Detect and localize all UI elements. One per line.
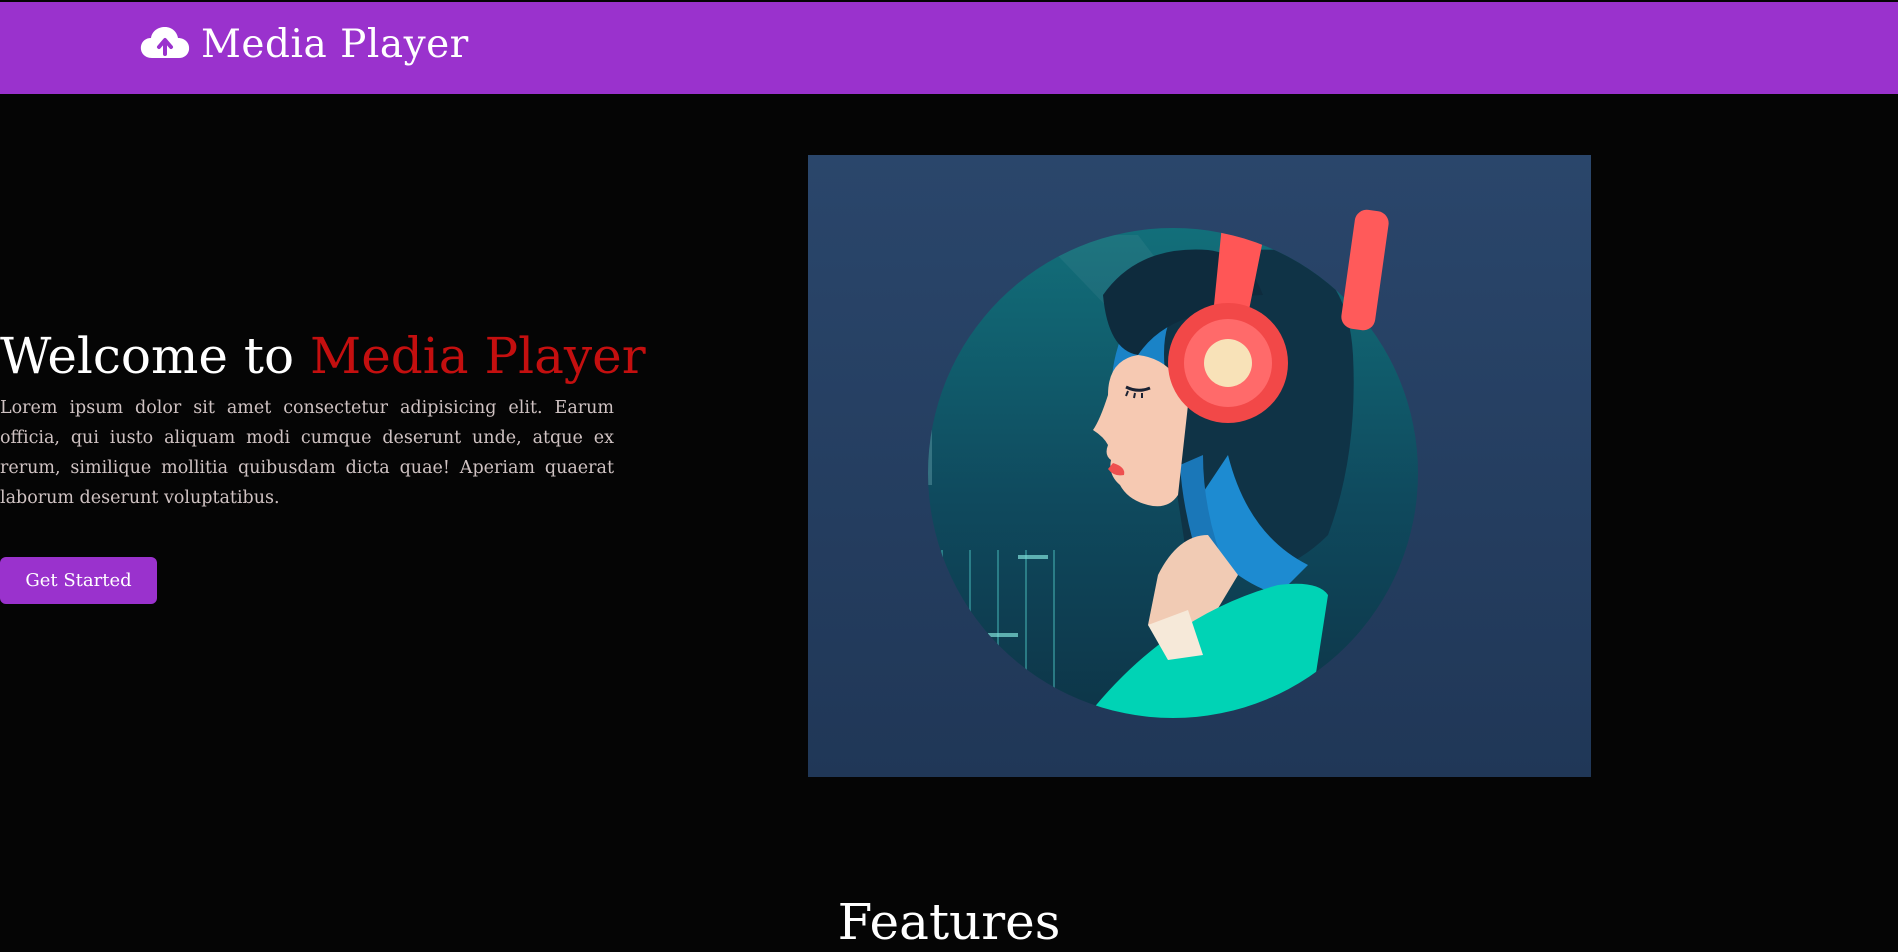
- hero-description: Lorem ipsum dolor sit amet consectetur a…: [0, 398, 614, 508]
- brand[interactable]: Media Player: [139, 24, 469, 64]
- get-started-button[interactable]: Get Started: [0, 557, 157, 604]
- hero-heading-accent: Media Player: [310, 327, 646, 385]
- navbar: Media Player: [0, 2, 1898, 94]
- hero-section: Welcome to Media Player Lorem ipsum dolo…: [0, 325, 646, 513]
- hero-heading-prefix: Welcome to: [0, 327, 310, 385]
- app-title: Media Player: [201, 21, 469, 67]
- features-heading: Features: [837, 893, 1061, 951]
- hero-heading: Welcome to Media Player: [0, 325, 646, 387]
- cloud-upload-icon: [140, 27, 190, 58]
- hero-illustration: [808, 155, 1591, 777]
